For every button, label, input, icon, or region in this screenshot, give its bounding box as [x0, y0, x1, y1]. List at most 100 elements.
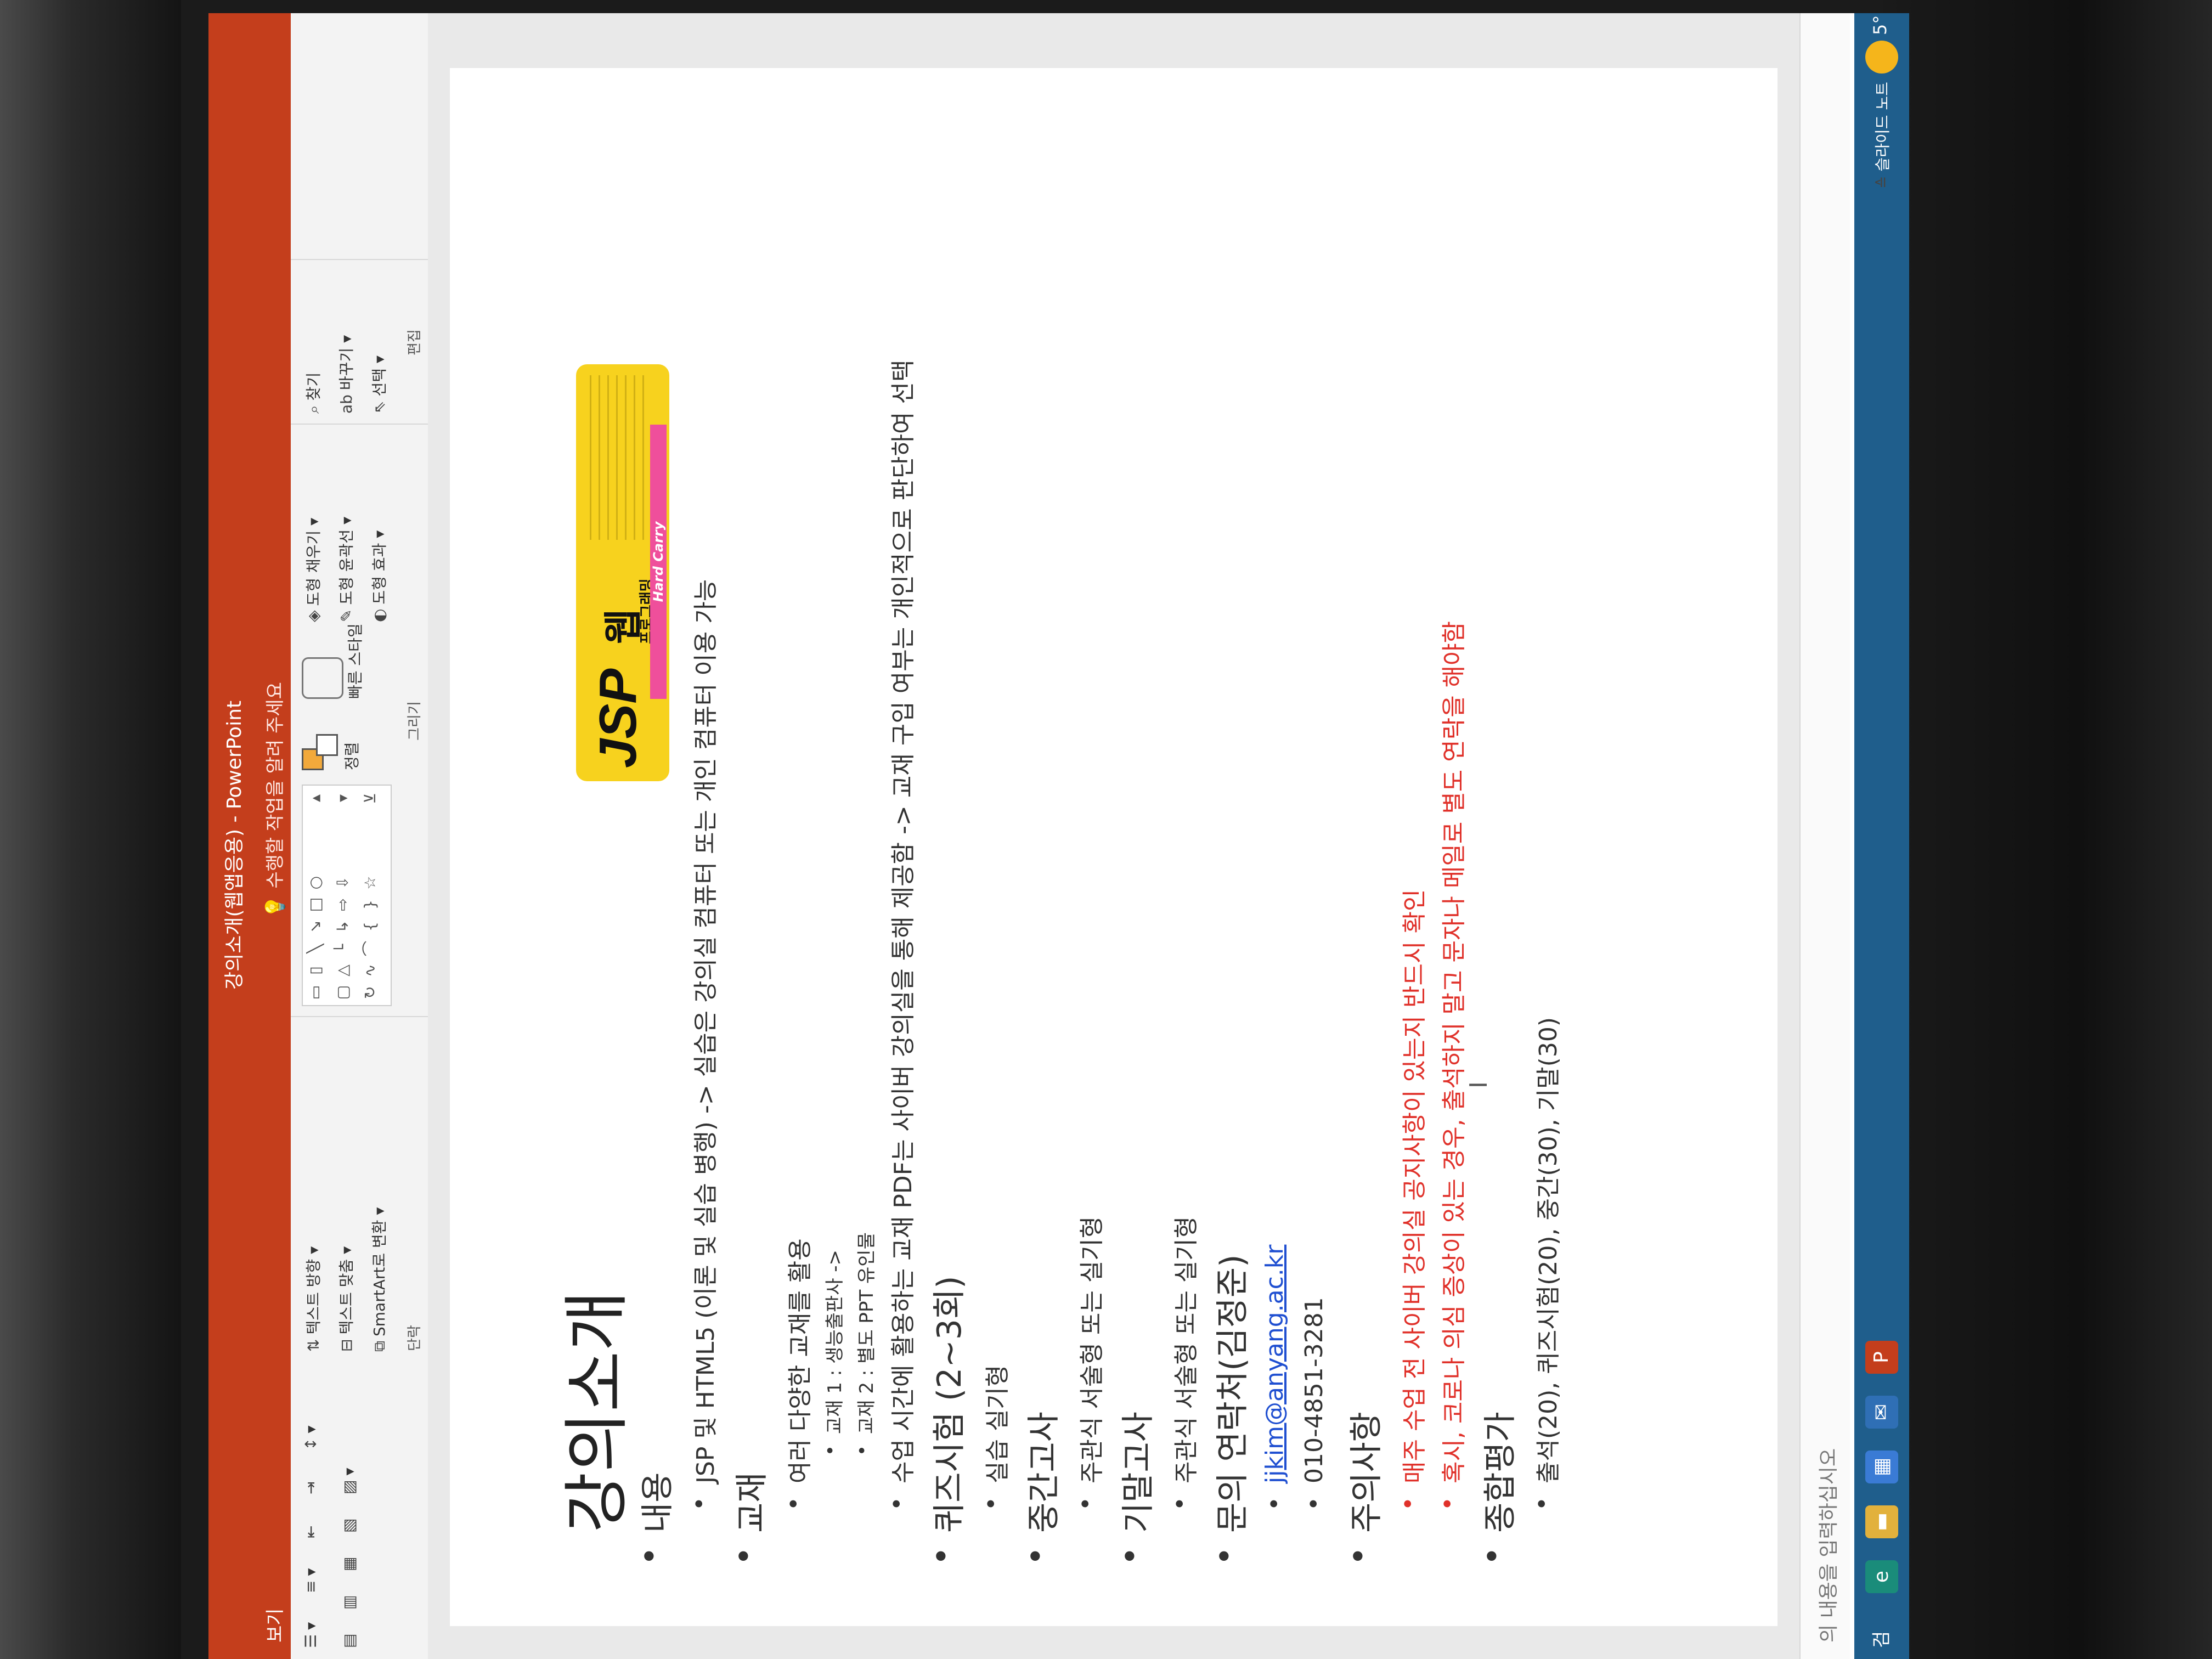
bullet-item-level-1[interactable]: 문의 연락처(김정준): [1206, 1255, 1254, 1533]
numbering-button[interactable]: ≡▾: [302, 1568, 320, 1593]
line-shape-icon[interactable]: ╲: [306, 939, 325, 958]
bullet-text: 기말고사: [1119, 1412, 1158, 1533]
align-center-button[interactable]: ▥: [340, 1591, 358, 1610]
bullet-item-level-1[interactable]: 교재: [725, 1472, 773, 1533]
bullet-item-level-2[interactable]: 주관식 서술형 또는 실기형: [1072, 1216, 1107, 1483]
quick-styles-button[interactable]: 빠른 스타일: [302, 623, 365, 699]
justify-icon: ▧: [340, 1518, 358, 1533]
outdent-icon: ⇤: [302, 1525, 320, 1538]
square-shape-icon[interactable]: ▢: [334, 983, 352, 1002]
bullet-item-level-2[interactable]: 실습 실기형: [978, 1365, 1013, 1483]
down-arrow-shape-icon[interactable]: ⇩: [334, 873, 352, 892]
bullet-item-level-2[interactable]: 010-4851-3281: [1300, 1297, 1328, 1483]
tab-view[interactable]: 보기: [260, 1608, 287, 1643]
increase-indent-button[interactable]: ⇥: [302, 1477, 320, 1494]
jsp-book-cover-image[interactable]: JSP 웹 프로그래밍 Hard Carry: [576, 364, 669, 781]
bullet-text: 문의 연락처(김정준): [1214, 1254, 1252, 1533]
align-text-button[interactable]: ⊟텍스트 맞춤 ▾: [335, 1246, 357, 1352]
decrease-indent-button[interactable]: ⇤: [302, 1521, 320, 1538]
bullet-item-level-1[interactable]: 내용: [631, 1472, 679, 1533]
right-brace-shape-icon[interactable]: }: [361, 895, 380, 914]
tell-me-search[interactable]: 💡 수행할 작업을 알려 주세요: [260, 682, 287, 918]
bullet-item-level-2[interactable]: 수업 시간에 활용하는 교재 PDF는 사이버 강의실을 통해 제공함 -> 교…: [883, 360, 918, 1483]
shape-effects-button[interactable]: ◐도형 효과 ▾: [368, 531, 390, 622]
arrange-button[interactable]: 정렬: [302, 732, 362, 770]
bullet-item-level-2[interactable]: 출석(20), 퀴즈시험(20), 중간(30), 기말(30): [1528, 1017, 1564, 1483]
oval-shape-icon[interactable]: ○: [306, 873, 325, 892]
bullets-button[interactable]: ☰▾: [302, 1622, 320, 1648]
notes-pane[interactable]: 의 내용을 입력하십시오: [1799, 13, 1850, 1659]
select-label: 선택: [370, 368, 388, 397]
bullet-item-level-2[interactable]: 매주 수업 전 사이버 강의실 공지사항이 있는지 반드시 확인: [1395, 889, 1430, 1483]
arrow-line-shape-icon[interactable]: ↘: [306, 917, 325, 936]
bullet-item-level-3[interactable]: 교재 1 : 생능출판사 ->: [820, 1250, 847, 1434]
right-arrow-shape-icon[interactable]: ⇨: [334, 895, 352, 914]
paragraph-group: ☰▾ ≡▾ ⇤ ⇥ ↕▾ ▤ ▥ ▦ ▧ ▨▾ ⇅텍스트 방향 ▾ ⊟텍스트 맞…: [291, 1016, 428, 1659]
bullet-item-level-1[interactable]: 주의사항: [1340, 1412, 1387, 1533]
bullet-text: 혹시, 코로나 의심 증상이 있는 경우, 출석하지 말고 문자나 메일로 별도…: [1440, 620, 1468, 1483]
bullet-item-level-2[interactable]: jjkim@anyang.ac.kr: [1261, 1245, 1289, 1483]
align-center-icon: ▥: [340, 1595, 358, 1610]
store-icon[interactable]: ▦: [1865, 1451, 1898, 1483]
slide-title[interactable]: 강의소개: [543, 1290, 639, 1533]
arc-shape-icon[interactable]: ⌒: [361, 939, 380, 958]
gallery-scroll-up-icon[interactable]: ▴: [306, 789, 325, 808]
elbow-connector-shape-icon[interactable]: └: [334, 939, 352, 958]
shape-outline-button[interactable]: ✎도형 윤곽선 ▾: [335, 517, 357, 622]
line-spacing-button[interactable]: ↕▾: [302, 1425, 320, 1451]
powerpoint-window: 강의소개(웹앱응용) - PowerPoint 보기 💡 수행할 작업을 알려 주…: [208, 13, 1909, 1659]
triangle-shape-icon[interactable]: △: [334, 961, 352, 980]
bullet-item-level-2[interactable]: 주관식 서술형 또는 실기형: [1166, 1216, 1201, 1483]
columns-button[interactable]: ▨▾: [340, 1468, 358, 1494]
effects-icon: ◐: [370, 608, 388, 622]
smartart-button[interactable]: ⧉SmartArt로 변환 ▾: [368, 1207, 390, 1352]
align-right-icon: ▦: [340, 1556, 358, 1571]
curved-arrow-shape-icon[interactable]: ↳: [334, 917, 352, 936]
align-left-button[interactable]: ▤: [340, 1629, 358, 1648]
monitor-bezel-left: [0, 0, 181, 1659]
freeform-shape-icon[interactable]: ∿: [361, 961, 380, 980]
bullet-text: 주관식 서술형 또는 실기형: [1078, 1216, 1106, 1483]
rectangle-shape-icon[interactable]: □: [306, 895, 325, 914]
gallery-scroll-down-icon[interactable]: ▾: [334, 789, 352, 808]
bullet-item-level-1[interactable]: 기말고사: [1111, 1412, 1159, 1533]
slide-notes-button[interactable]: ≙ 슬라이드 노트: [1871, 82, 1893, 189]
find-button[interactable]: ⌕ 찾기: [302, 373, 324, 414]
bullet-item-level-2[interactable]: JSP 및 HTML5 (이론 및 실습 병행) -> 실습은 강의실 컴퓨터 …: [686, 579, 721, 1483]
bullet-item-level-1[interactable]: 퀴즈시험 (2~3회): [923, 1276, 970, 1533]
email-link[interactable]: jjkim@anyang.ac.kr: [1261, 1245, 1289, 1483]
shape-outline-label: 도형 윤곽선: [337, 529, 356, 605]
star-shape-icon[interactable]: ☆: [361, 873, 380, 892]
bullet-text: 퀴즈시험 (2~3회): [930, 1276, 969, 1533]
title-bar: 강의소개(웹앱응용) - PowerPoint: [208, 13, 252, 1659]
textbox-shape-icon[interactable]: ▭: [306, 983, 325, 1002]
notes-icon: ≙: [1874, 176, 1892, 189]
bullet-item-level-2[interactable]: 혹시, 코로나 의심 증상이 있는 경우, 출석하지 말고 문자나 메일로 별도…: [1434, 621, 1469, 1483]
bullet-item-level-1[interactable]: 중간고사: [1017, 1412, 1065, 1533]
replace-icon: ab: [337, 394, 356, 414]
book-band-label: Hard Carry: [650, 425, 667, 699]
select-button[interactable]: ⇖선택 ▾: [368, 356, 390, 414]
left-brace-shape-icon[interactable]: {: [361, 917, 380, 936]
weather-sun-icon[interactable]: [1865, 41, 1898, 74]
bullet-item-level-2[interactable]: 여러 다양한 교재를 활용: [780, 1238, 815, 1483]
replace-button[interactable]: ab바꾸기 ▾: [335, 335, 357, 414]
rounded-arrow-shape-icon[interactable]: ↻: [361, 983, 380, 1002]
edge-browser-icon[interactable]: e: [1865, 1560, 1898, 1593]
text-direction-button[interactable]: ⇅텍스트 방향 ▾: [302, 1246, 324, 1352]
shapes-gallery[interactable]: ▭ ▯ ╲ ↘ □ ○ ▢ △ └ ↳ ⇨ ⇩ ↻ ∿ ⌒ { } ☆ ▴ ▾: [302, 785, 392, 1006]
bullet-item-level-1[interactable]: 종합평가: [1474, 1412, 1521, 1533]
justify-button[interactable]: ▧: [340, 1514, 358, 1533]
powerpoint-taskbar-icon[interactable]: P: [1865, 1341, 1898, 1374]
bullet-item-level-3[interactable]: 교재 2 : 별도 PPT 유인물: [851, 1232, 878, 1434]
mail-icon[interactable]: ✉: [1865, 1396, 1898, 1429]
pen-icon: ✎: [337, 609, 356, 622]
gallery-more-icon[interactable]: ⊻: [361, 789, 380, 808]
file-explorer-icon[interactable]: ▬: [1865, 1505, 1898, 1538]
vertical-textbox-shape-icon[interactable]: ▯: [306, 961, 325, 980]
paint-bucket-icon: ◈: [304, 610, 323, 622]
slide-canvas[interactable]: 강의소개 내용 JSP 및 HTML5 (이론 및 실습 병행) -> 실습은 강…: [450, 68, 1778, 1626]
align-right-button[interactable]: ▦: [340, 1553, 358, 1571]
shape-fill-button[interactable]: ◈도형 채우기 ▾: [302, 518, 324, 622]
taskbar-search[interactable]: 검: [1866, 1631, 1893, 1648]
